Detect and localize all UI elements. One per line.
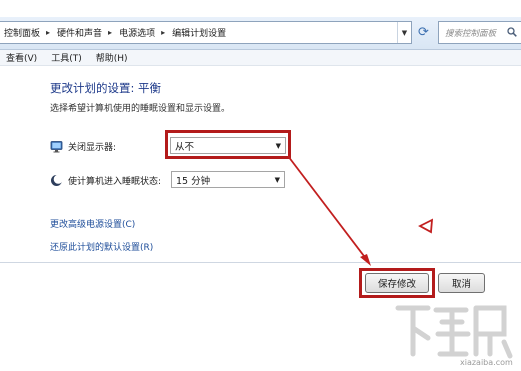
breadcrumb-hardware-sound[interactable]: 硬件和声音 ▸ — [53, 22, 115, 43]
search-icon[interactable] — [507, 27, 517, 37]
sleep-row: 使计算机进入睡眠状态: — [50, 172, 161, 188]
address-dropdown-icon[interactable]: ▼ — [397, 22, 411, 43]
footer-divider — [0, 262, 521, 263]
breadcrumb-separator-icon[interactable]: ▸ — [105, 28, 115, 37]
sleep-select[interactable]: 15 分钟 ▼ — [171, 171, 285, 188]
address-bar[interactable]: 控制面板 ▸ 硬件和声音 ▸ 电源选项 ▸ 编辑计划设置 ▼ — [0, 21, 412, 44]
breadcrumb-control-panel[interactable]: 控制面板 ▸ — [0, 22, 53, 43]
breadcrumb-label: 硬件和声音 — [57, 29, 103, 39]
arrow-head-icon — [360, 254, 371, 266]
watermark-site: xiazaiba.com — [460, 358, 513, 367]
refresh-icon[interactable]: ⟳ — [415, 24, 432, 41]
sleep-value: 15 分钟 — [176, 175, 211, 187]
display-off-label: 关闭显示器: — [68, 142, 117, 153]
menu-view[interactable]: 查看(V) — [6, 51, 37, 64]
save-button[interactable]: 保存修改 — [365, 273, 429, 293]
sleep-label: 使计算机进入睡眠状态: — [68, 176, 162, 187]
chevron-down-icon: ▼ — [274, 175, 280, 184]
moon-icon — [51, 174, 63, 186]
watermark-logo — [395, 305, 513, 359]
cancel-button[interactable]: 取消 — [438, 273, 485, 293]
page-subtitle: 选择希望计算机使用的睡眠设置和显示设置。 — [50, 104, 231, 114]
menu-tools[interactable]: 工具(T) — [51, 51, 82, 64]
pointer-triangle-icon — [418, 218, 434, 234]
page-title: 更改计划的设置: 平衡 — [50, 81, 162, 95]
monitor-icon — [50, 140, 63, 152]
menu-help[interactable]: 帮助(H) — [96, 51, 128, 64]
breadcrumb-separator-icon[interactable]: ▸ — [43, 28, 53, 37]
address-toolbar: 控制面板 ▸ 硬件和声音 ▸ 电源选项 ▸ 编辑计划设置 ▼ ⟳ 搜索控制面板 — [0, 17, 521, 50]
breadcrumb-power-options[interactable]: 电源选项 ▸ — [115, 22, 168, 43]
display-off-row: 关闭显示器: — [50, 138, 116, 154]
menu-bar: 查看(V) 工具(T) 帮助(H) — [0, 50, 521, 66]
breadcrumb-separator-icon[interactable]: ▸ — [158, 28, 168, 37]
breadcrumb-edit-plan[interactable]: 编辑计划设置 — [168, 22, 229, 43]
breadcrumb-label: 控制面板 — [4, 29, 41, 39]
highlight-box-display — [165, 130, 291, 159]
breadcrumb-label: 编辑计划设置 — [172, 29, 227, 39]
breadcrumb-label: 电源选项 — [119, 29, 156, 39]
search-box[interactable]: 搜索控制面板 — [438, 21, 521, 44]
advanced-power-settings-link[interactable]: 更改高级电源设置(C) — [50, 217, 135, 230]
restore-defaults-link[interactable]: 还原此计划的默认设置(R) — [50, 240, 153, 253]
search-input[interactable]: 搜索控制面板 — [445, 27, 496, 39]
